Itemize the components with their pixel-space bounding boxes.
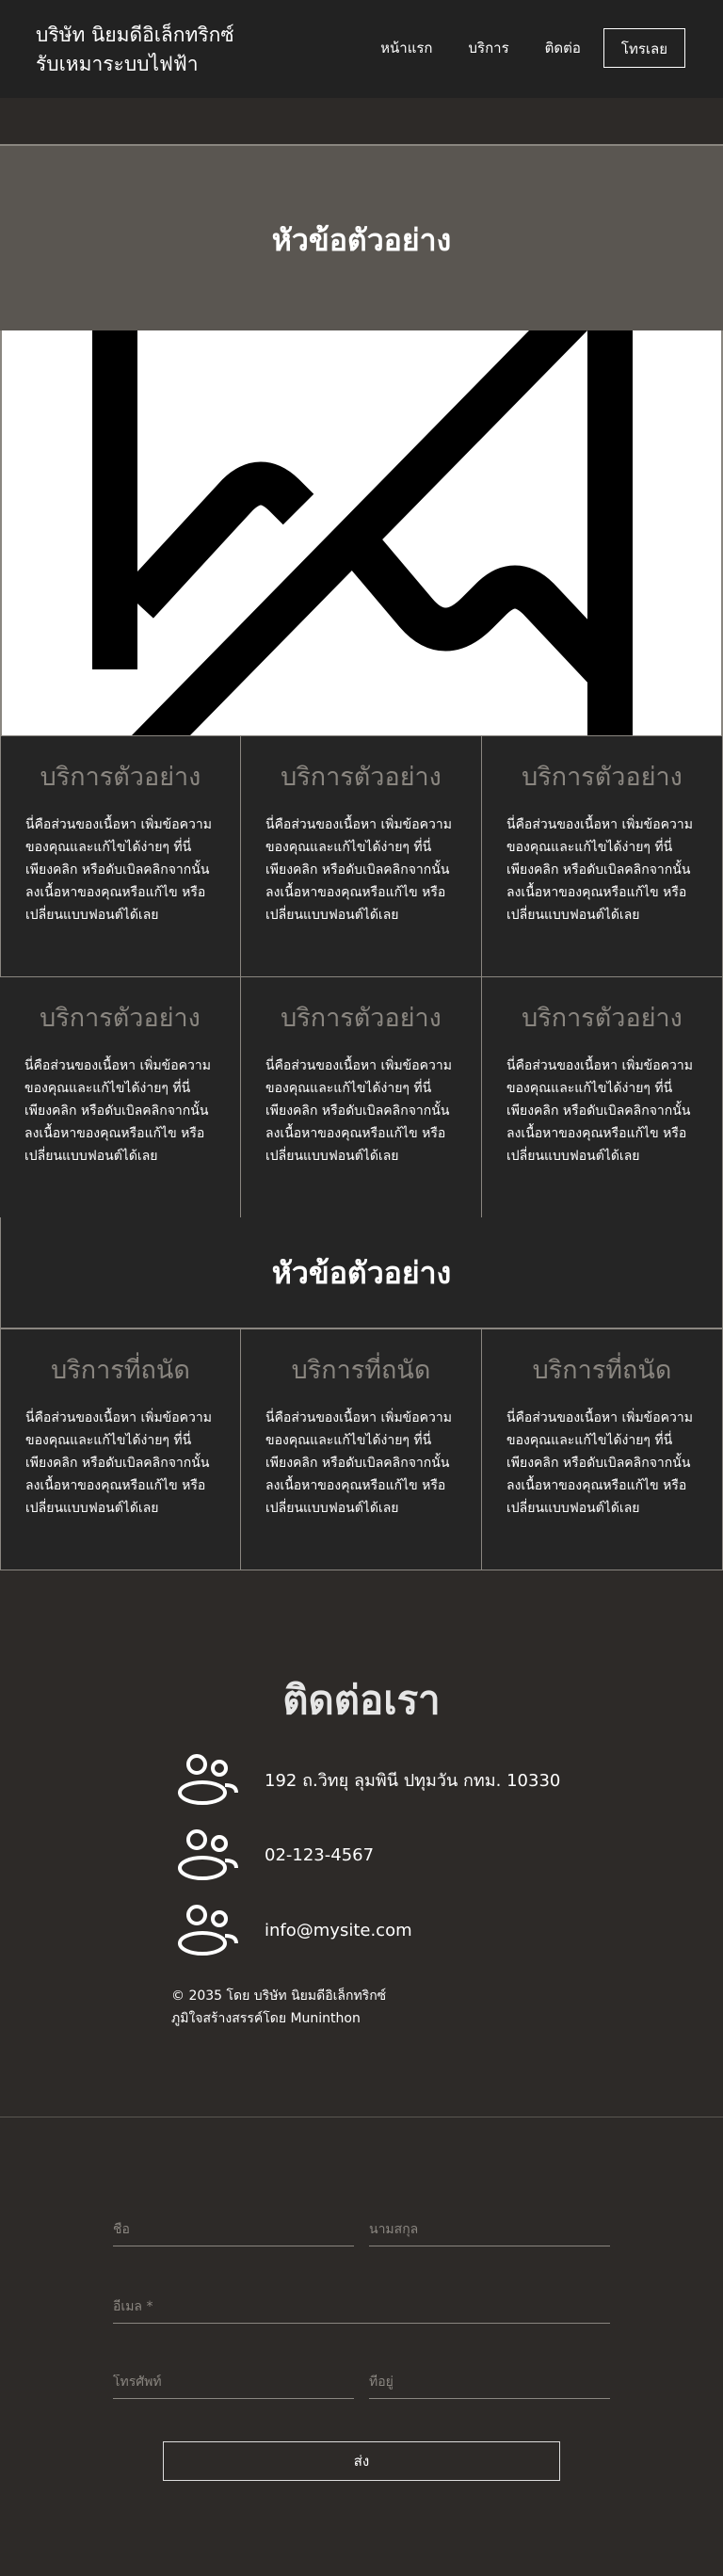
- credit-text: ภูมิใจสร้างสรรค์โดย Muninthon: [171, 2011, 361, 2026]
- service-card: บริการตัวอย่าง นี่คือส่วนของเนื้อหา เพิ่…: [482, 977, 723, 1218]
- service-title: บริการตัวอย่าง: [522, 1004, 683, 1033]
- service-card: บริการตัวอย่าง นี่คือส่วนของเนื้อหา เพิ่…: [241, 736, 482, 977]
- services-grid: บริการตัวอย่าง นี่คือส่วนของเนื้อหา เพิ่…: [0, 735, 723, 1218]
- brand-tagline: รับเหมาระบบไฟฟ้า: [36, 53, 199, 75]
- service-text: นี่คือส่วนของเนื้อหา เพิ่มข้อความของคุณแ…: [506, 1058, 693, 1164]
- service-title: บริการตัวอย่าง: [40, 1004, 201, 1033]
- contact-address: 192 ถ.วิทยุ ลุมพินี ปทุมวัน กทม. 10330: [265, 1770, 561, 1791]
- last-name-input[interactable]: [369, 2222, 610, 2237]
- service-title: บริการตัวอย่าง: [281, 763, 442, 792]
- email-input[interactable]: [113, 2299, 610, 2314]
- nav-contact[interactable]: ติดต่อ: [545, 28, 581, 68]
- first-name-input[interactable]: [113, 2222, 354, 2237]
- service-title: บริการตัวอย่าง: [281, 1004, 442, 1033]
- service-text: นี่คือส่วนของเนื้อหา เพิ่มข้อความของคุณแ…: [265, 817, 452, 923]
- contact-email[interactable]: info@mysite.com: [265, 1921, 412, 1940]
- main-nav: หน้าแรก บริการ ติดต่อ โทรเลย: [345, 28, 685, 68]
- contact-phone[interactable]: 02-123-4567: [265, 1845, 374, 1865]
- contact-address-row: 192 ถ.วิทยุ ลุมพินี ปทุมวัน กทม. 10330: [174, 1751, 560, 1808]
- contact-email-row: info@mysite.com: [174, 1902, 412, 1958]
- last-name-field: [369, 2216, 610, 2246]
- section-heading: หัวข้อตัวอย่าง: [0, 1217, 723, 1328]
- service-text: นี่คือส่วนของเนื้อหา เพิ่มข้อความของคุณแ…: [24, 1058, 211, 1164]
- contact-title: ติดต่อเรา: [282, 1677, 441, 1723]
- monogram-logo-icon: [92, 330, 633, 735]
- contact-phone-row: 02-123-4567: [174, 1827, 374, 1883]
- first-name-field: [113, 2216, 354, 2246]
- service-text: นี่คือส่วนของเนื้อหา เพิ่มข้อความของคุณแ…: [506, 817, 693, 923]
- service-card: บริการตัวอย่าง นี่คือส่วนของเนื้อหา เพิ่…: [241, 977, 482, 1218]
- specialty-services-grid: บริการที่ถนัด นี่คือส่วนของเนื้อหา เพิ่ม…: [0, 1328, 723, 1570]
- service-text: นี่คือส่วนของเนื้อหา เพิ่มข้อความของคุณแ…: [25, 817, 212, 923]
- submit-button[interactable]: ส่ง: [163, 2441, 560, 2481]
- hero-title: หัวข้อตัวอย่าง: [271, 222, 452, 258]
- service-card: บริการตัวอย่าง นี่คือส่วนของเนื้อหา เพิ่…: [0, 736, 241, 977]
- call-now-button[interactable]: โทรเลย: [602, 28, 685, 68]
- address-input[interactable]: [369, 2375, 610, 2390]
- hero-banner: หัวข้อตัวอย่าง: [0, 144, 723, 332]
- people-icon: [178, 1829, 238, 1880]
- service-card: บริการที่ถนัด นี่คือส่วนของเนื้อหา เพิ่ม…: [241, 1329, 482, 1570]
- service-title: บริการตัวอย่าง: [522, 763, 683, 792]
- logo-image: [0, 330, 723, 735]
- phone-input[interactable]: [113, 2375, 354, 2390]
- email-field: [113, 2294, 610, 2324]
- service-text: นี่คือส่วนของเนื้อหา เพิ่มข้อความของคุณแ…: [506, 1410, 693, 1516]
- service-title: บริการตัวอย่าง: [40, 763, 201, 792]
- service-text: นี่คือส่วนของเนื้อหา เพิ่มข้อความของคุณแ…: [25, 1410, 212, 1516]
- footer-credits: © 2035 โดย บริษัท นิยมดีอิเล็กทริกซ์ ภูม…: [171, 1985, 386, 2030]
- service-text: นี่คือส่วนของเนื้อหา เพิ่มข้อความของคุณแ…: [265, 1410, 452, 1516]
- service-card: บริการตัวอย่าง นี่คือส่วนของเนื้อหา เพิ่…: [0, 977, 241, 1218]
- site-header: บริษัท นิยมดีอิเล็กทริกซ์ รับเหมาระบบไฟฟ…: [0, 0, 723, 98]
- people-icon: [178, 1754, 238, 1805]
- service-card: บริการที่ถนัด นี่คือส่วนของเนื้อหา เพิ่ม…: [0, 1329, 241, 1570]
- nav-home[interactable]: หน้าแรก: [380, 28, 432, 68]
- nav-services[interactable]: บริการ: [469, 28, 509, 68]
- section-heading-text: หัวข้อตัวอย่าง: [271, 1255, 452, 1291]
- service-card: บริการตัวอย่าง นี่คือส่วนของเนื้อหา เพิ่…: [482, 736, 723, 977]
- people-icon: [178, 1905, 238, 1956]
- address-field: [369, 2369, 610, 2399]
- phone-field: [113, 2369, 354, 2399]
- service-text: นี่คือส่วนของเนื้อหา เพิ่มข้อความของคุณแ…: [265, 1058, 452, 1164]
- service-title: บริการที่ถนัด: [532, 1356, 672, 1385]
- brand-name: บริษัท นิยมดีอิเล็กทริกซ์: [36, 24, 234, 46]
- service-card: บริการที่ถนัด นี่คือส่วนของเนื้อหา เพิ่ม…: [482, 1329, 723, 1570]
- service-title: บริการที่ถนัด: [291, 1356, 431, 1385]
- brand[interactable]: บริษัท นิยมดีอิเล็กทริกซ์ รับเหมาระบบไฟฟ…: [36, 21, 234, 79]
- service-title: บริการที่ถนัด: [51, 1356, 190, 1385]
- copyright-text: © 2035 โดย บริษัท นิยมดีอิเล็กทริกซ์: [171, 1988, 387, 2004]
